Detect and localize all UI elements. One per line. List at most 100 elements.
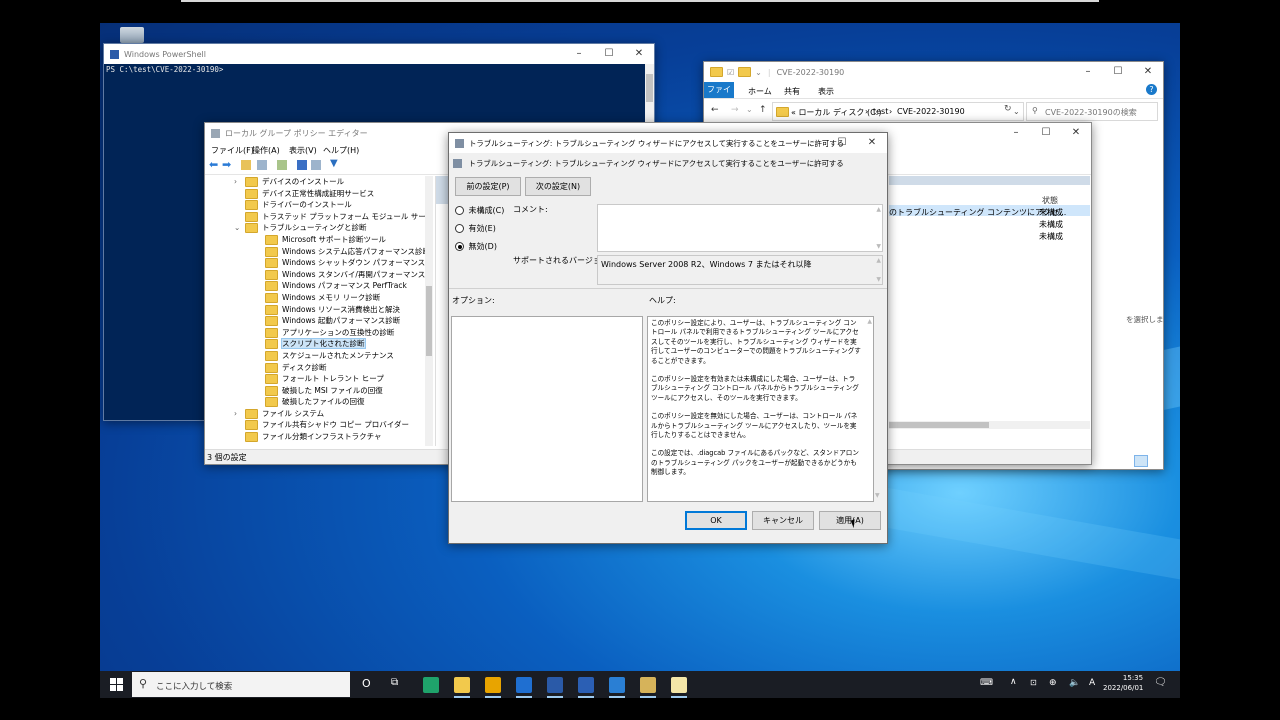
network-icon[interactable]: ⊕ — [1049, 678, 1057, 688]
tree-item[interactable]: スケジュールされたメンテナンス — [205, 350, 425, 362]
tree-item[interactable]: Windows システム応答パフォーマンス診断 — [205, 246, 425, 258]
tree-item[interactable]: ⌄ トラブルシューティングと診断 — [205, 222, 425, 234]
menu-view[interactable]: 表示(V) — [289, 145, 317, 156]
store-icon[interactable] — [485, 677, 501, 693]
tree-item[interactable]: › ファイル システム — [205, 408, 425, 420]
forward-arrow-icon[interactable]: → — [731, 105, 739, 115]
scrollbar-thumb[interactable] — [646, 74, 653, 102]
breadcrumb-item[interactable]: test — [873, 107, 888, 116]
tree-item[interactable]: ファイル分類インフラストラクチャ — [205, 431, 425, 443]
up-arrow-icon[interactable]: ↑ — [759, 105, 767, 115]
tab-share[interactable]: 共有 — [784, 86, 800, 97]
ime-indicator[interactable]: A — [1089, 678, 1095, 688]
radio-enabled[interactable]: 有効(E) — [455, 223, 496, 234]
tree-item[interactable]: Windows メモリ リーク診断 — [205, 292, 425, 304]
troubleshoot-icon[interactable] — [640, 677, 656, 693]
tree-item[interactable]: ディスク診断 — [205, 362, 425, 374]
monitor-icon[interactable] — [609, 677, 625, 693]
tree-item[interactable]: 破損したファイルの回復 — [205, 396, 425, 408]
powershell-titlebar[interactable]: Windows PowerShell – ☐ ✕ — [104, 44, 654, 64]
minimize-button[interactable]: – — [1001, 123, 1031, 143]
maximize-button[interactable]: ☐ — [827, 133, 857, 153]
forward-arrow-icon[interactable]: ➡ — [222, 158, 231, 171]
tab-view[interactable]: 表示 — [818, 86, 834, 97]
tree-item[interactable]: スクリプト化された診断 — [205, 338, 425, 350]
edge-icon[interactable] — [423, 677, 439, 693]
tree-item[interactable]: Windows パフォーマンス PerfTrack — [205, 280, 425, 292]
minimize-button[interactable]: – — [1073, 62, 1103, 82]
tree-item[interactable]: トラステッド プラットフォーム モジュール サービス — [205, 211, 425, 223]
help-panel[interactable]: このポリシー設定により、ユーザーは、トラブルシューティング コントロール パネル… — [647, 316, 874, 502]
scrollbar-thumb[interactable] — [426, 286, 432, 356]
cancel-button[interactable]: キャンセル — [752, 511, 814, 530]
tree-item[interactable]: 破損した MSI ファイルの回復 — [205, 385, 425, 397]
dialog-titlebar[interactable]: トラブルシューティング: トラブルシューティング ウィザードにアクセスして実行す… — [449, 133, 887, 153]
task-view-icon[interactable]: ⧉ — [391, 677, 398, 688]
cortana-icon[interactable]: O — [362, 677, 371, 690]
scroll-down-icon[interactable]: ▼ — [875, 492, 880, 499]
chevron-right-icon[interactable]: › — [234, 176, 237, 188]
recycle-bin-icon[interactable] — [120, 27, 144, 43]
chevron-down-icon[interactable]: ⌄ — [746, 105, 753, 114]
chevron-down-icon[interactable]: ⌄ — [234, 222, 240, 234]
clock-date[interactable]: 2022/06/01 — [1103, 684, 1143, 692]
volume-icon[interactable]: 🔈 — [1069, 678, 1080, 688]
explorer-titlebar[interactable]: ☑ ⌄ | CVE-2022-30190 – ☐ ✕ — [704, 62, 1163, 82]
keyboard-icon[interactable]: ⌨ — [980, 678, 993, 688]
tab-home[interactable]: ホーム — [748, 86, 772, 97]
ok-button[interactable]: OK — [685, 511, 747, 530]
tree-item[interactable]: アプリケーションの互換性の診断 — [205, 327, 425, 339]
tree-item[interactable]: Windows 起動パフォーマンス診断 — [205, 315, 425, 327]
maximize-button[interactable]: ☐ — [594, 44, 624, 64]
maximize-button[interactable]: ☐ — [1103, 62, 1133, 82]
tree-scrollbar[interactable] — [425, 176, 433, 446]
export-list-icon[interactable] — [277, 160, 287, 170]
properties-icon[interactable] — [311, 160, 321, 170]
horizontal-scrollbar[interactable] — [889, 421, 1090, 429]
taskbar-search-box[interactable]: ⚲ ここに入力して検索 — [132, 672, 350, 697]
menu-help[interactable]: ヘルプ(H) — [323, 145, 359, 156]
tab-file[interactable]: ファイル — [704, 82, 734, 110]
powershell-icon[interactable] — [547, 677, 563, 693]
tree-item[interactable]: › デバイスのインストール — [205, 176, 425, 188]
chevron-up-icon[interactable]: ∧ — [1010, 677, 1017, 687]
show-hide-tree-icon[interactable] — [257, 160, 267, 170]
minimize-button[interactable]: – — [564, 44, 594, 64]
tree-item[interactable]: ファイル共有シャドウ コピー プロバイダー — [205, 419, 425, 431]
windows-start-icon[interactable] — [110, 678, 123, 691]
details-view-icon[interactable] — [1134, 455, 1148, 467]
help-scrollbar[interactable]: ▼ — [874, 316, 882, 500]
word-icon[interactable] — [578, 677, 594, 693]
chevron-right-icon[interactable]: › — [234, 408, 237, 420]
file-explorer-icon[interactable] — [454, 677, 470, 693]
policy-tree[interactable]: › デバイスのインストール デバイス正常性構成証明サービス ドライバーのインストールト… — [205, 176, 425, 446]
radio-unconfigured[interactable]: 未構成(C) — [455, 205, 504, 216]
policy-dialog[interactable]: トラブルシューティング: トラブルシューティング ウィザードにアクセスして実行す… — [448, 132, 888, 544]
back-arrow-icon[interactable]: ⬅ — [209, 158, 218, 171]
comment-textbox[interactable]: ▲ ▼ — [597, 204, 883, 252]
menu-action[interactable]: 操作(A) — [252, 145, 280, 156]
help-icon[interactable] — [297, 160, 307, 170]
meet-icon[interactable]: ⊡ — [1030, 678, 1037, 687]
notifications-icon[interactable]: 🗨 — [1154, 677, 1167, 688]
maximize-button[interactable]: ☐ — [1031, 123, 1061, 143]
notepad-icon[interactable] — [671, 677, 687, 693]
console-prompt[interactable]: PS C:\test\CVE-2022-30190> — [106, 65, 223, 74]
search-box[interactable]: ⚲ CVE-2022-30190の検索 — [1026, 102, 1158, 121]
tree-item[interactable]: ドライバーのインストール — [205, 199, 425, 211]
tree-item[interactable]: フォールト トレラント ヒープ — [205, 373, 425, 385]
mail-icon[interactable] — [516, 677, 532, 693]
close-button[interactable]: ✕ — [1061, 123, 1091, 143]
next-setting-button[interactable]: 次の設定(N) — [525, 177, 591, 196]
tree-item[interactable]: デバイス正常性構成証明サービス — [205, 188, 425, 200]
help-icon[interactable]: ? — [1146, 84, 1157, 95]
radio-disabled[interactable]: 無効(D) — [455, 241, 497, 252]
tree-item[interactable]: Windows シャットダウン パフォーマンス診断 — [205, 257, 425, 269]
refresh-icon[interactable]: ↻ — [1004, 104, 1012, 114]
tree-item[interactable]: Microsoft サポート診断ツール — [205, 234, 425, 246]
chevron-down-icon[interactable]: ⌄ — [755, 68, 762, 77]
scroll-up-icon[interactable]: ▲ — [876, 206, 881, 213]
close-button[interactable]: ✕ — [624, 44, 654, 64]
back-arrow-icon[interactable]: ← — [711, 105, 719, 115]
address-bar[interactable]: « ローカル ディスク (C:) › test › CVE-2022-30190… — [772, 102, 1024, 121]
